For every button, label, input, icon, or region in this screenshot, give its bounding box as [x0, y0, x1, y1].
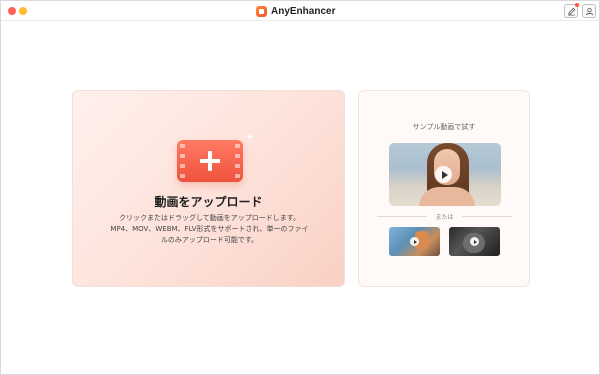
sample-video-panel: サンプル動画で試す または: [358, 90, 530, 287]
or-label: または: [435, 214, 454, 221]
title-bar: AnyEnhancer: [1, 1, 599, 21]
divider: [377, 216, 427, 217]
sample-video-main[interactable]: [389, 143, 501, 206]
app-logo-icon: [256, 5, 267, 17]
add-video-icon: [177, 140, 243, 182]
play-icon: [470, 237, 479, 246]
close-window-button[interactable]: [8, 7, 16, 15]
upload-desc-line: MP4、MOV、WEBM、FLV形式をサポートされ、単一のファイ: [110, 225, 309, 233]
sample-title: サンプル動画で試す: [412, 123, 476, 131]
play-icon: [410, 237, 419, 246]
minimize-window-button[interactable]: [19, 7, 27, 15]
sparkle-icon: ✦: [245, 132, 255, 143]
upload-desc-line: ルのみアップロード可能です。: [160, 236, 259, 244]
play-icon: [435, 166, 452, 183]
edit-icon: [567, 7, 575, 16]
app-title-group: AnyEnhancer: [256, 4, 335, 18]
upload-dropzone[interactable]: ✦ 動画をアップロード クリックまたはドラッグして動画をアップロードします。 M…: [72, 90, 345, 287]
sample-video-thumb-1[interactable]: [389, 227, 440, 256]
upload-title: 動画をアップロード: [154, 195, 263, 209]
upload-description: クリックまたはドラッグして動画をアップロードします。 MP4、MOV、WEBM、…: [93, 213, 326, 246]
app-name: AnyEnhancer: [271, 5, 336, 17]
account-button[interactable]: [582, 4, 596, 18]
app-window: AnyEnhancer ✦ 動画をアップロード クリックまたはドラッグして動画を…: [0, 0, 600, 375]
user-icon: [585, 7, 593, 15]
divider: [462, 216, 512, 217]
sample-video-thumb-2[interactable]: [449, 227, 500, 256]
notification-badge: [575, 3, 579, 7]
upload-desc-line: クリックまたはドラッグして動画をアップロードします。: [118, 214, 301, 222]
